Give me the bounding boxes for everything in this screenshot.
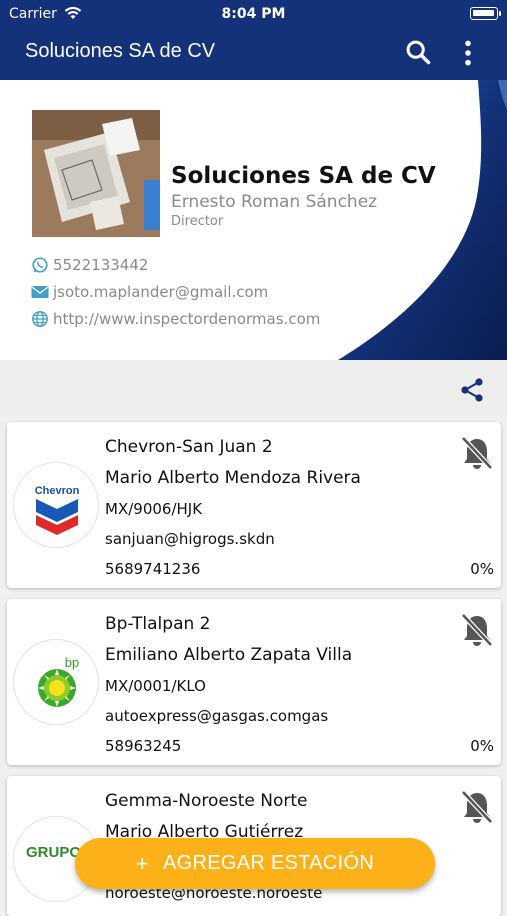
bp-logo: bp bbox=[13, 639, 99, 725]
station-code: MX/0001/KLO bbox=[105, 677, 206, 695]
person-name: Ernesto Roman Sánchez bbox=[171, 192, 378, 212]
svg-text:bp: bp bbox=[65, 655, 79, 670]
station-name: Chevron-San Juan 2 bbox=[105, 437, 273, 457]
station-card[interactable]: Chevron Chevron-San Juan 2 Mario Alberto… bbox=[7, 422, 501, 588]
email-contact[interactable]: jsoto.maplander@gmail.com bbox=[31, 283, 268, 301]
notifications-off-icon[interactable] bbox=[459, 611, 495, 649]
more-vert-icon[interactable] bbox=[455, 38, 481, 68]
app-title: Soluciones SA de CV bbox=[25, 40, 216, 62]
battery-icon bbox=[470, 7, 501, 20]
station-phone: 5689741236 bbox=[105, 560, 201, 578]
add-station-label: AGREGAR ESTACIÓN bbox=[163, 852, 375, 874]
business-card: Soluciones SA de CV Ernesto Roman Sánche… bbox=[0, 80, 507, 360]
station-contact: Emiliano Alberto Zapata Villa bbox=[105, 645, 353, 665]
svg-text:Chevron: Chevron bbox=[35, 485, 80, 497]
station-contact: Mario Alberto Mendoza Rivera bbox=[105, 468, 361, 488]
add-station-button[interactable]: + AGREGAR ESTACIÓN bbox=[75, 838, 435, 889]
station-progress: 0% bbox=[470, 737, 494, 755]
share-icon[interactable] bbox=[460, 377, 484, 403]
chevron-logo: Chevron bbox=[13, 462, 99, 548]
station-email: sanjuan@higrogs.skdn bbox=[105, 530, 275, 548]
station-name: Gemma-Noroeste Norte bbox=[105, 791, 308, 811]
share-bar bbox=[0, 360, 507, 414]
profile-photo bbox=[32, 110, 160, 237]
plus-icon: + bbox=[135, 850, 149, 876]
station-progress: 0% bbox=[470, 560, 494, 578]
app-bar: Soluciones SA de CV bbox=[0, 28, 507, 80]
company-name: Soluciones SA de CV bbox=[171, 163, 436, 189]
mail-icon bbox=[31, 286, 49, 298]
notifications-off-icon[interactable] bbox=[459, 788, 495, 826]
globe-icon bbox=[32, 311, 48, 327]
person-role: Director bbox=[171, 214, 224, 229]
station-code: MX/9006/HJK bbox=[105, 500, 203, 518]
website-contact[interactable]: http://www.inspectordenormas.com bbox=[31, 310, 320, 328]
status-bar: Carrier 8:04 PM bbox=[0, 0, 507, 28]
clock: 8:04 PM bbox=[221, 6, 286, 22]
station-card[interactable]: bp Bp-Tlalpan 2 Emiliano Alberto Zapata bbox=[7, 599, 501, 765]
website-text: http://www.inspectordenormas.com bbox=[53, 310, 321, 328]
phone-contact[interactable]: 5522133442 bbox=[31, 256, 148, 274]
phone-text: 5522133442 bbox=[53, 256, 149, 274]
search-icon[interactable] bbox=[404, 38, 432, 66]
notifications-off-icon[interactable] bbox=[459, 434, 495, 472]
station-name: Bp-Tlalpan 2 bbox=[105, 614, 211, 634]
station-phone: 58963245 bbox=[105, 737, 182, 755]
email-text: jsoto.maplander@gmail.com bbox=[53, 283, 269, 301]
whatsapp-icon bbox=[32, 257, 48, 273]
station-email: autoexpress@gasgas.comgas bbox=[105, 707, 329, 725]
